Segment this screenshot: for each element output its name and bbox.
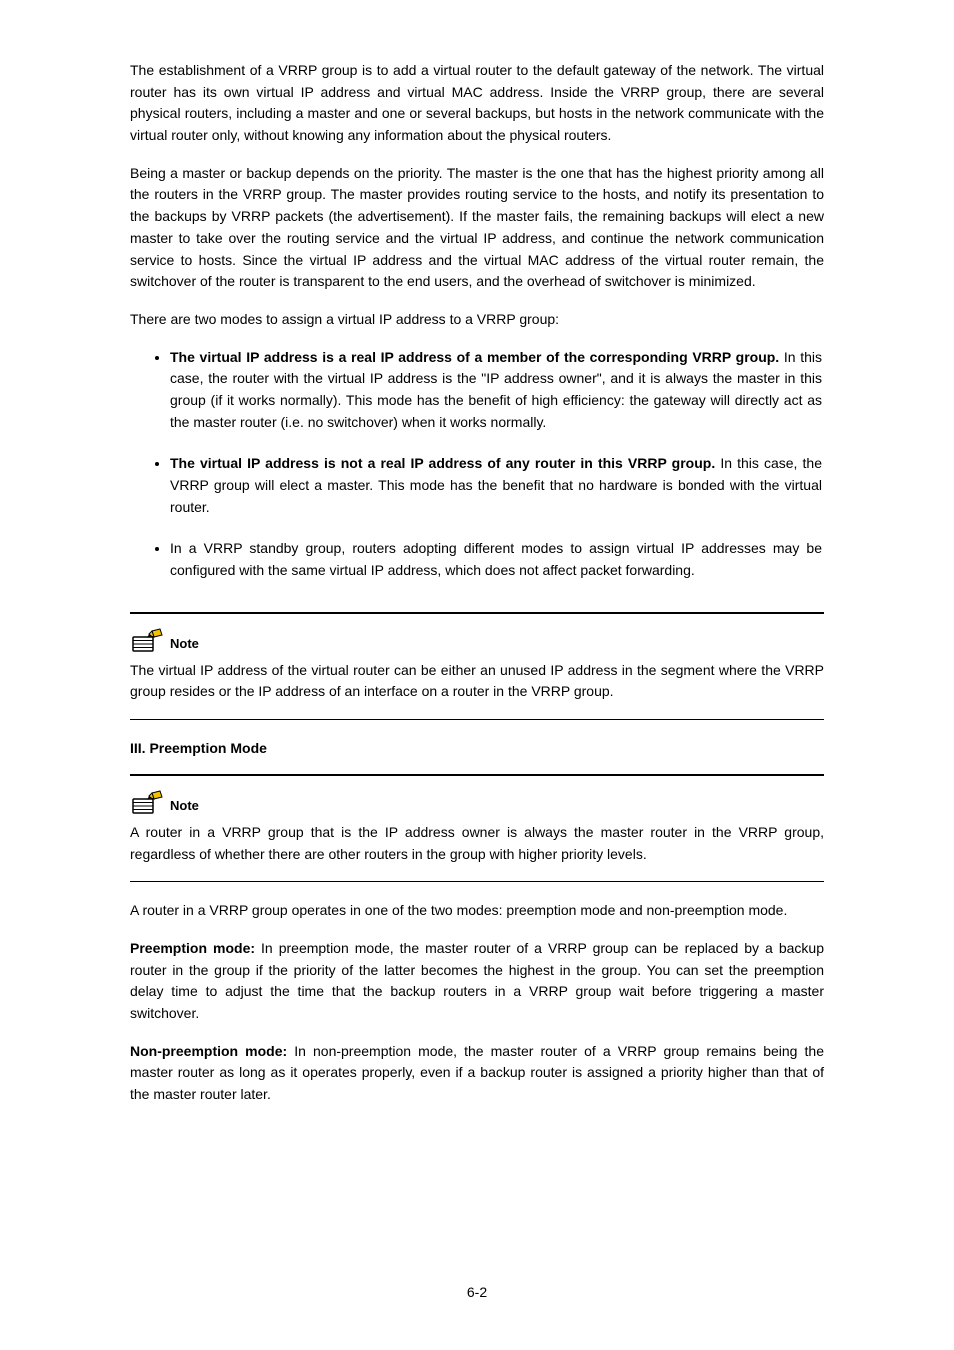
paragraph: Preemption mode: In preemption mode, the… xyxy=(130,938,824,1025)
note-label: Note xyxy=(170,796,199,816)
list-item: In a VRRP standby group, routers adoptin… xyxy=(170,538,824,581)
note-header: Note xyxy=(130,790,824,816)
note-icon xyxy=(130,628,164,654)
note-header: Note xyxy=(130,628,824,654)
bullet-body: In a VRRP standby group, routers adoptin… xyxy=(170,540,822,578)
section-heading: III. Preemption Mode xyxy=(130,738,824,760)
term-label: Preemption mode: xyxy=(130,940,261,956)
divider xyxy=(130,612,824,614)
list-item: The virtual IP address is a real IP addr… xyxy=(170,347,824,434)
note-label: Note xyxy=(170,634,199,654)
paragraph: A router in a VRRP group operates in one… xyxy=(130,900,824,922)
bullet-lead: The virtual IP address is not a real IP … xyxy=(170,455,715,471)
divider xyxy=(130,774,824,776)
note-text: The virtual IP address of the virtual ro… xyxy=(130,660,824,703)
paragraph: Being a master or backup depends on the … xyxy=(130,163,824,293)
list-item: The virtual IP address is not a real IP … xyxy=(170,453,824,518)
bullet-list: The virtual IP address is a real IP addr… xyxy=(130,347,824,582)
paragraph-lead: There are two modes to assign a virtual … xyxy=(130,309,824,331)
term-label: Non-preemption mode: xyxy=(130,1043,294,1059)
paragraph: The establishment of a VRRP group is to … xyxy=(130,60,824,147)
note-text: A router in a VRRP group that is the IP … xyxy=(130,822,824,865)
note-callout: Note A router in a VRRP group that is th… xyxy=(130,774,824,882)
divider xyxy=(130,881,824,882)
paragraph: Non-preemption mode: In non-preemption m… xyxy=(130,1041,824,1106)
bullet-lead: The virtual IP address is a real IP addr… xyxy=(170,349,779,365)
divider xyxy=(130,719,824,720)
note-callout: Note The virtual IP address of the virtu… xyxy=(130,612,824,720)
note-icon xyxy=(130,790,164,816)
page-content: The establishment of a VRRP group is to … xyxy=(0,0,954,1162)
page-number: 6-2 xyxy=(0,1282,954,1304)
